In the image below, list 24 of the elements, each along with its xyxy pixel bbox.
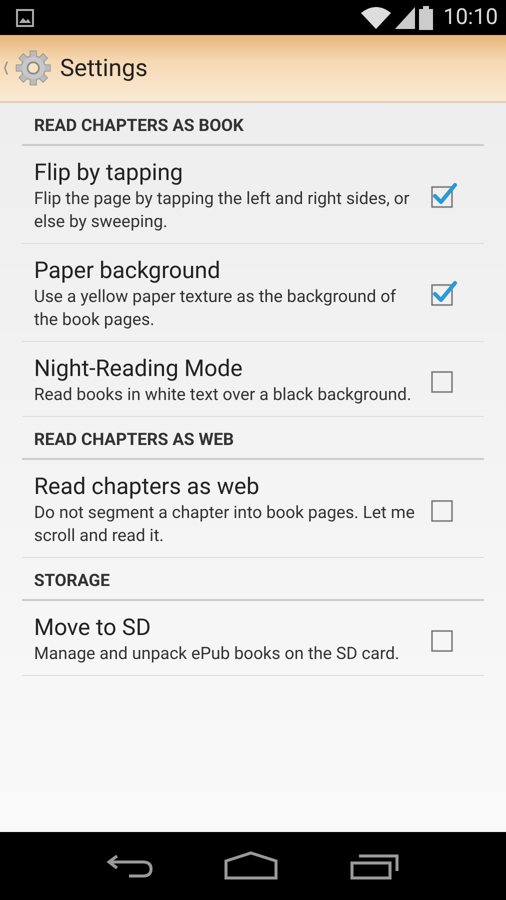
image-icon [16,8,34,26]
preference-item[interactable]: Night-Reading Mode Read books in white text over a black background. [22,342,484,417]
battery-icon [419,6,434,30]
preference-title: Night-Reading Mode [34,354,244,384]
preference-summary: Read books in white text over a black background. [34,384,412,407]
wifi-icon [361,6,392,28]
preference-title: Paper background [34,256,222,286]
preference-summary: Manage and unpack ePub books on the SD card. [34,643,400,666]
preference-title: Move to SD [34,613,152,643]
signal-icon [395,6,416,28]
clock: 10:10 [443,5,498,30]
preference-summary: Do not segment a chapter into book pages. Let me scroll and read it. [34,502,416,548]
preference-item[interactable]: Paper background Use a yellow paper texture as the background of the book pages. [22,244,484,342]
section-header: READ CHAPTERS AS BOOK [22,103,484,146]
section-header: READ CHAPTERS AS WEB [22,417,484,460]
screen-title: Settings [60,54,148,82]
preference-item[interactable]: Read chapters as web Do not segment a chapter into book pages. Let me scroll and read it. [22,460,484,558]
preference-title: Read chapters as web [34,472,260,502]
preference-summary: Use a yellow paper texture as the background of the book pages. [34,286,398,332]
section-header: STORAGE [22,558,484,601]
preference-item[interactable]: Move to SD Manage and unpack ePub books on the SD card. [22,601,484,676]
preference-title: Flip by tapping [34,158,184,188]
preference-item[interactable]: Flip by tapping Flip the page by tapping the left and right sides, or else by sweeping. [22,146,484,244]
preference-summary: Flip the page by tapping the left and right sides, or else by sweeping. [34,188,410,234]
